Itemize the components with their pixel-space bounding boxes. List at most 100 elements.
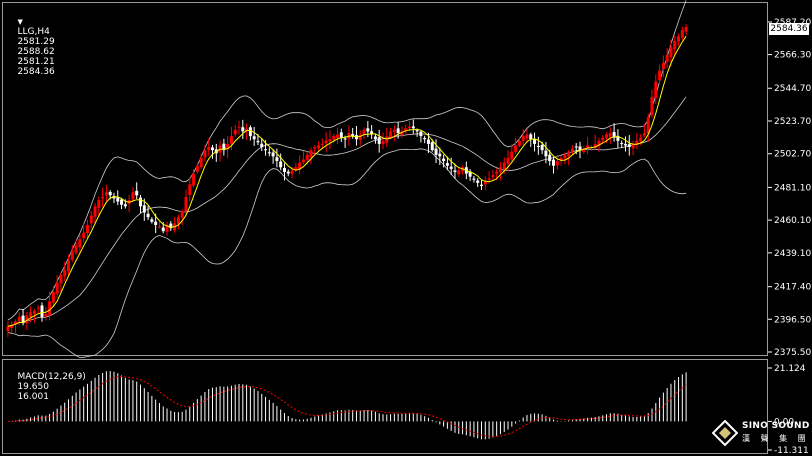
candle-body <box>411 126 415 129</box>
candle-body <box>491 175 495 178</box>
candle-body <box>661 62 665 70</box>
candle-body <box>82 232 86 239</box>
candle-body <box>229 136 233 144</box>
last-price-badge: 2584.36 <box>769 23 809 35</box>
candle-body <box>498 167 502 173</box>
price-tick-label: 2417.40 <box>774 283 811 293</box>
candle-body <box>108 191 112 196</box>
candle-body <box>506 157 510 164</box>
price-chart[interactable]: 2587.202566.302544.702523.702502.702481.… <box>0 0 812 456</box>
candle-body <box>434 148 438 155</box>
candle-body <box>608 132 612 137</box>
candle-body <box>195 165 199 172</box>
candle-body <box>536 145 540 148</box>
candle-body <box>366 128 370 132</box>
price-tick-label: 2396.50 <box>774 315 811 325</box>
candle-body <box>623 143 627 146</box>
logo-brand: SINO SOUND <box>742 421 810 431</box>
macd-histogram <box>11 371 687 440</box>
candle-body <box>343 138 347 140</box>
candle-body <box>654 81 658 98</box>
price-tick-label: 2502.70 <box>774 150 811 160</box>
candle-body <box>139 197 143 207</box>
chart-window[interactable]: 2587.202566.302544.702523.702502.702481.… <box>0 0 812 456</box>
candle-body <box>116 197 120 202</box>
candle-body <box>176 217 180 224</box>
sinosound-logo: SINO SOUND 漢 聲 集 團 <box>712 418 812 456</box>
candle-body <box>89 215 93 224</box>
candle-body <box>548 154 552 162</box>
price-panel-border <box>2 2 768 356</box>
high-value: 2588.62 <box>17 47 55 57</box>
candle-body <box>150 219 154 222</box>
candle-body <box>381 140 385 145</box>
macd-signal-line <box>7 375 687 438</box>
candle-body <box>142 205 146 213</box>
close-value: 2584.36 <box>17 67 55 77</box>
symbol-label: LLG,H4 <box>17 27 50 37</box>
candle-body <box>233 129 237 135</box>
candle-body <box>601 137 605 141</box>
open-value: 2581.29 <box>17 37 55 47</box>
candle-body <box>241 127 245 132</box>
logo-subtitle: 漢 聲 集 團 <box>742 434 810 443</box>
candle-body <box>510 151 514 160</box>
candle-body <box>487 178 491 180</box>
candle-body <box>203 150 207 158</box>
price-tick-label: 2481.10 <box>774 183 811 193</box>
price-tick-label: 2566.30 <box>774 51 811 61</box>
candle-body <box>665 55 669 62</box>
candle-body <box>396 128 400 133</box>
lower-band <box>7 148 687 359</box>
candle-body <box>517 140 521 146</box>
dropdown-triangle-icon[interactable]: ▼ <box>17 18 22 26</box>
candle-body <box>476 180 480 183</box>
candle-body <box>673 41 677 50</box>
price-axis: 2587.202566.302544.702523.702502.702481.… <box>768 18 811 358</box>
candle-body <box>161 227 165 232</box>
candle-body <box>339 132 343 138</box>
candle-body <box>59 274 63 284</box>
candle-body <box>78 238 82 248</box>
candle-body <box>328 139 332 142</box>
candle-body <box>385 136 389 143</box>
price-tick-label: 2544.70 <box>774 84 811 94</box>
candle-body <box>677 36 681 42</box>
candle-body <box>97 200 101 208</box>
candle-body <box>184 196 188 212</box>
price-tick-label: 2523.70 <box>774 117 811 127</box>
symbol-header: ▼ LLG,H4 2581.29 2588.62 2581.21 2584.36 <box>6 7 55 87</box>
candle-body <box>320 143 324 145</box>
candle-body <box>423 137 427 140</box>
candle-body <box>389 131 393 138</box>
candle-body <box>650 97 654 116</box>
candle-body <box>639 137 643 142</box>
candle-body <box>192 173 196 186</box>
low-value: 2581.21 <box>17 57 55 67</box>
candle-body <box>248 127 252 137</box>
candle-body <box>32 310 36 314</box>
candle-body <box>317 145 321 149</box>
candle-body <box>267 152 271 154</box>
candle-body <box>680 30 684 38</box>
logo-emblem-icon <box>712 420 738 447</box>
candle-body <box>438 153 442 157</box>
price-tick-label: 2460.10 <box>774 216 811 226</box>
candle-body <box>544 150 548 157</box>
candle-body <box>157 226 161 228</box>
candle-body <box>74 245 78 253</box>
candle-body <box>658 70 662 81</box>
macd-header: MACD(12,26,9) 19.650 16.001 <box>6 362 85 412</box>
candle-body <box>472 178 476 180</box>
candle-body <box>101 196 105 199</box>
candle-body <box>85 224 89 234</box>
candle-body <box>332 136 336 140</box>
candle-body <box>419 131 423 137</box>
candle-body <box>301 159 305 163</box>
candle-body <box>684 26 688 32</box>
candle-body <box>36 307 40 309</box>
candle-body <box>408 126 412 129</box>
candle-body <box>377 137 381 144</box>
candle-body <box>63 270 67 277</box>
candle-body <box>104 192 108 196</box>
